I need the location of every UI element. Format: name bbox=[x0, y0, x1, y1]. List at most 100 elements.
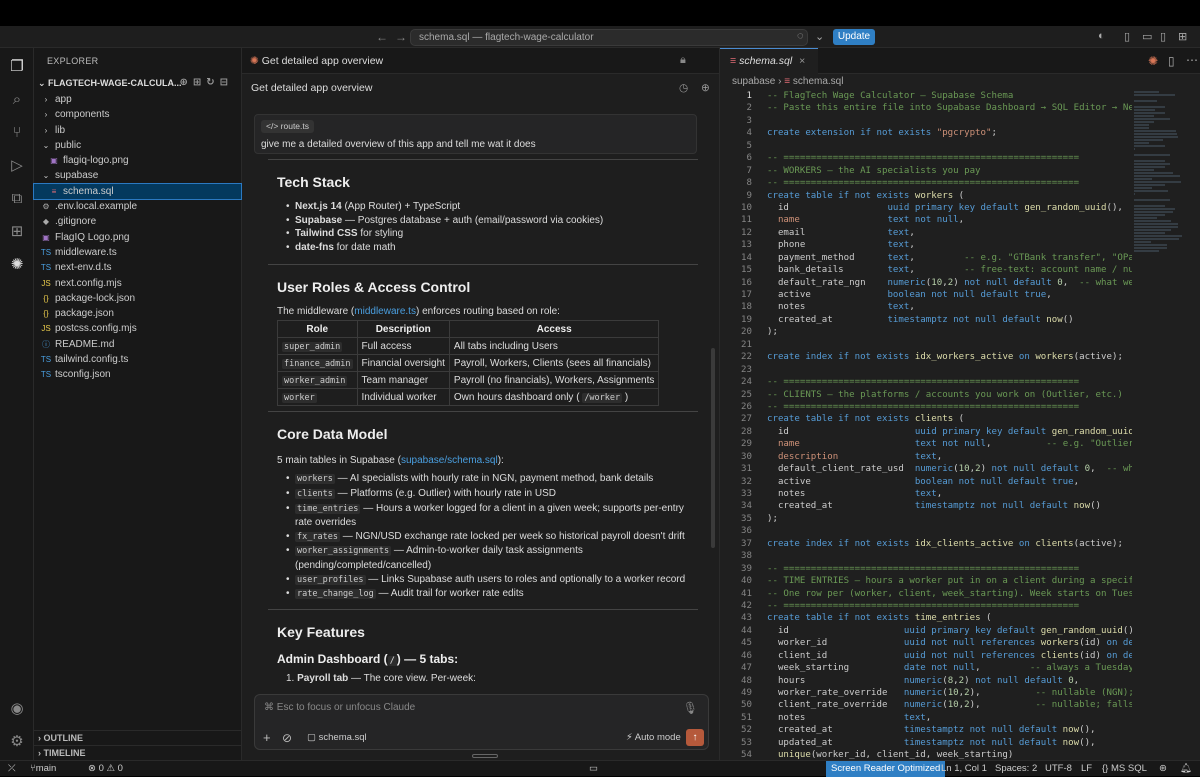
chat-tab[interactable]: ✺ Get detailed app overview 🔒︎ bbox=[242, 48, 719, 74]
toggle-panel-icon[interactable]: ▭ bbox=[1142, 30, 1152, 43]
file-tree-item[interactable]: {} package-lock.json bbox=[34, 291, 241, 306]
back-arrow-icon[interactable]: ← bbox=[376, 30, 388, 44]
code-line[interactable]: 33 notes text, bbox=[720, 488, 1132, 500]
file-tree-item[interactable]: {} package.json bbox=[34, 306, 241, 321]
split-editor-icon[interactable]: ▯ bbox=[1168, 54, 1175, 68]
panel-handle[interactable]: ▭ bbox=[589, 761, 598, 777]
code-line[interactable]: 41 -- One row per (worker, client, week_s… bbox=[720, 588, 1132, 600]
file-tree-item[interactable]: TS tailwind.config.ts bbox=[34, 352, 241, 367]
code-line[interactable]: 23 bbox=[720, 364, 1132, 376]
file-tree-item[interactable]: ▣ flagiq-logo.png bbox=[34, 153, 241, 168]
code-line[interactable]: 27 create table if not exists clients ( bbox=[720, 413, 1132, 425]
code-line[interactable]: 34 created_at timestamptz not null defau… bbox=[720, 500, 1132, 512]
copilot-status-icon[interactable]: ⊛ bbox=[1159, 761, 1167, 777]
code-line[interactable]: 50 client_rate_override numeric(10,2), -… bbox=[720, 699, 1132, 711]
code-line[interactable]: 53 updated_at timestamptz not null defau… bbox=[720, 737, 1132, 749]
code-line[interactable]: 4 create extension if not exists "pgcrypt… bbox=[720, 127, 1132, 139]
add-icon[interactable]: + bbox=[263, 730, 271, 745]
file-tree-item[interactable]: JS postcss.config.mjs bbox=[34, 321, 241, 336]
code-line[interactable]: 39 -- ===================================… bbox=[720, 563, 1132, 575]
history-icon[interactable]: ◷ bbox=[679, 74, 688, 102]
command-center[interactable]: schema.sql — flagtech-wage-calculator bbox=[410, 29, 808, 46]
code-line[interactable]: 47 week_starting date not null, -- alway… bbox=[720, 662, 1132, 674]
encoding[interactable]: UTF-8 bbox=[1045, 761, 1072, 777]
minimap[interactable] bbox=[1134, 90, 1194, 410]
code-line[interactable]: 46 client_id uuid not null references cl… bbox=[720, 650, 1132, 662]
chevron-down-icon[interactable]: ⌄ bbox=[815, 30, 824, 43]
new-chat-icon[interactable]: ⊕ bbox=[701, 74, 710, 102]
breadcrumb-file[interactable]: schema.sql bbox=[793, 76, 844, 87]
code-line[interactable]: 42 -- ===================================… bbox=[720, 600, 1132, 612]
code-line[interactable]: 28 id uuid primary key default gen_rando… bbox=[720, 426, 1132, 438]
code-line[interactable]: 52 created_at timestamptz not null defau… bbox=[720, 724, 1132, 736]
code-line[interactable]: 13 phone text, bbox=[720, 239, 1132, 251]
language-mode[interactable]: {} MS SQL bbox=[1102, 761, 1147, 777]
outline-section[interactable]: › OUTLINE bbox=[34, 730, 242, 745]
code-line[interactable]: 3 bbox=[720, 115, 1132, 127]
file-tree-item[interactable]: TS middleware.ts bbox=[34, 245, 241, 260]
file-tree-item[interactable]: › lib bbox=[34, 123, 241, 138]
code-line[interactable]: 14 payment_method text, -- e.g. "GTBank … bbox=[720, 252, 1132, 264]
file-tree-item[interactable]: ⓘ README.md bbox=[34, 337, 241, 352]
code-lines[interactable]: 1 -- FlagTech Wage Calculator — Supabase … bbox=[720, 90, 1132, 760]
file-tree-item[interactable]: ⌄ supabase bbox=[34, 168, 241, 183]
remote-explorer-icon[interactable]: ⧉ bbox=[7, 189, 27, 209]
indentation[interactable]: Spaces: 2 bbox=[995, 761, 1037, 777]
code-line[interactable]: 5 bbox=[720, 140, 1132, 152]
code-line[interactable]: 54 unique(worker_id, client_id, week_sta… bbox=[720, 749, 1132, 760]
code-line[interactable]: 12 email text, bbox=[720, 227, 1132, 239]
slash-command-icon[interactable]: ⊘ bbox=[282, 731, 292, 745]
project-folder[interactable]: ⌄ FLAGTECH-WAGE-CALCULA... ⊕⊞↻⊟ bbox=[34, 74, 241, 92]
code-line[interactable]: 29 name text not null, -- e.g. "Outlier … bbox=[720, 438, 1132, 450]
code-line[interactable]: 16 default_rate_ngn numeric(10,2) not nu… bbox=[720, 277, 1132, 289]
explorer-icon[interactable]: ❐ bbox=[7, 57, 27, 77]
code-line[interactable]: 19 created_at timestamptz not null defau… bbox=[720, 314, 1132, 326]
timeline-section[interactable]: › TIMELINE bbox=[34, 745, 242, 760]
problems-indicator[interactable]: ⊗ 0 ⚠ 0 bbox=[88, 761, 123, 777]
code-line[interactable]: 36 bbox=[720, 525, 1132, 537]
file-tree-item[interactable]: ⚙ .env.local.example bbox=[34, 199, 241, 214]
manage-gear-icon[interactable]: ⚙ bbox=[7, 732, 27, 752]
toggle-sidebar-icon[interactable]: ▯ bbox=[1124, 30, 1130, 43]
explorer-actions[interactable]: ⊕⊞↻⊟ bbox=[179, 74, 233, 92]
close-icon[interactable]: × bbox=[799, 55, 805, 67]
breadcrumb-folder[interactable]: supabase bbox=[732, 76, 775, 87]
file-chip[interactable]: </> route.ts bbox=[261, 120, 315, 133]
chat-scrollbar[interactable] bbox=[711, 348, 715, 548]
code-line[interactable]: 21 bbox=[720, 339, 1132, 351]
cursor-position[interactable]: Ln 1, Col 1 bbox=[941, 761, 987, 777]
claude-icon[interactable]: ✺ bbox=[7, 255, 27, 275]
middleware-link[interactable]: middleware.ts bbox=[354, 306, 416, 317]
code-line[interactable]: 2 -- Paste this entire file into Supabase… bbox=[720, 102, 1132, 114]
code-line[interactable]: 8 -- ====================================… bbox=[720, 177, 1132, 189]
search-icon[interactable]: ⌕ bbox=[7, 90, 27, 110]
attached-file[interactable]: ▢ schema.sql bbox=[307, 732, 367, 743]
line-ending[interactable]: LF bbox=[1081, 761, 1092, 777]
code-line[interactable]: 25 -- CLIENTS — the platforms / accounts … bbox=[720, 389, 1132, 401]
customize-layout-icon[interactable]: ⊞ bbox=[1178, 30, 1187, 43]
file-tree-item[interactable]: TS next-env.d.ts bbox=[34, 260, 241, 275]
code-line[interactable]: 43 create table if not exists time_entrie… bbox=[720, 612, 1132, 624]
file-tree-item[interactable]: ◆ .gitignore bbox=[34, 214, 241, 229]
forward-arrow-icon[interactable]: → bbox=[395, 30, 407, 44]
editor-tab-schema[interactable]: ≡ schema.sql × bbox=[720, 48, 818, 74]
file-tree-item[interactable]: JS next.config.mjs bbox=[34, 276, 241, 291]
code-line[interactable]: 7 -- WORKERS — the AI specialists you pay bbox=[720, 165, 1132, 177]
code-line[interactable]: 32 active boolean not null default true, bbox=[720, 476, 1132, 488]
code-line[interactable]: 24 -- ===================================… bbox=[720, 376, 1132, 388]
more-actions-icon[interactable]: ⋯ bbox=[1186, 53, 1198, 67]
lock-icon[interactable]: 🔒︎ bbox=[680, 54, 686, 67]
file-tree-item[interactable]: › app bbox=[34, 92, 241, 107]
code-line[interactable]: 18 notes text, bbox=[720, 301, 1132, 313]
file-tree-item[interactable]: › components bbox=[34, 107, 241, 122]
code-line[interactable]: 1 -- FlagTech Wage Calculator — Supabase … bbox=[720, 90, 1132, 102]
code-line[interactable]: 49 worker_rate_override numeric(10,2), -… bbox=[720, 687, 1132, 699]
code-line[interactable]: 6 -- ====================================… bbox=[720, 152, 1132, 164]
code-line[interactable]: 22 create index if not exists idx_workers… bbox=[720, 351, 1132, 363]
code-line[interactable]: 48 hours numeric(8,2) not null default 0… bbox=[720, 675, 1132, 687]
claude-icon[interactable]: ✺ bbox=[1148, 54, 1158, 68]
source-control-icon[interactable]: ⑂ bbox=[7, 123, 27, 143]
remote-icon[interactable]: ⤫ bbox=[8, 761, 16, 777]
code-line[interactable]: 15 bank_details text, -- free-text: acco… bbox=[720, 264, 1132, 276]
chat-input[interactable]: ⌘ Esc to focus or unfocus Claude 🎙︎ + ⊘ … bbox=[254, 694, 709, 750]
